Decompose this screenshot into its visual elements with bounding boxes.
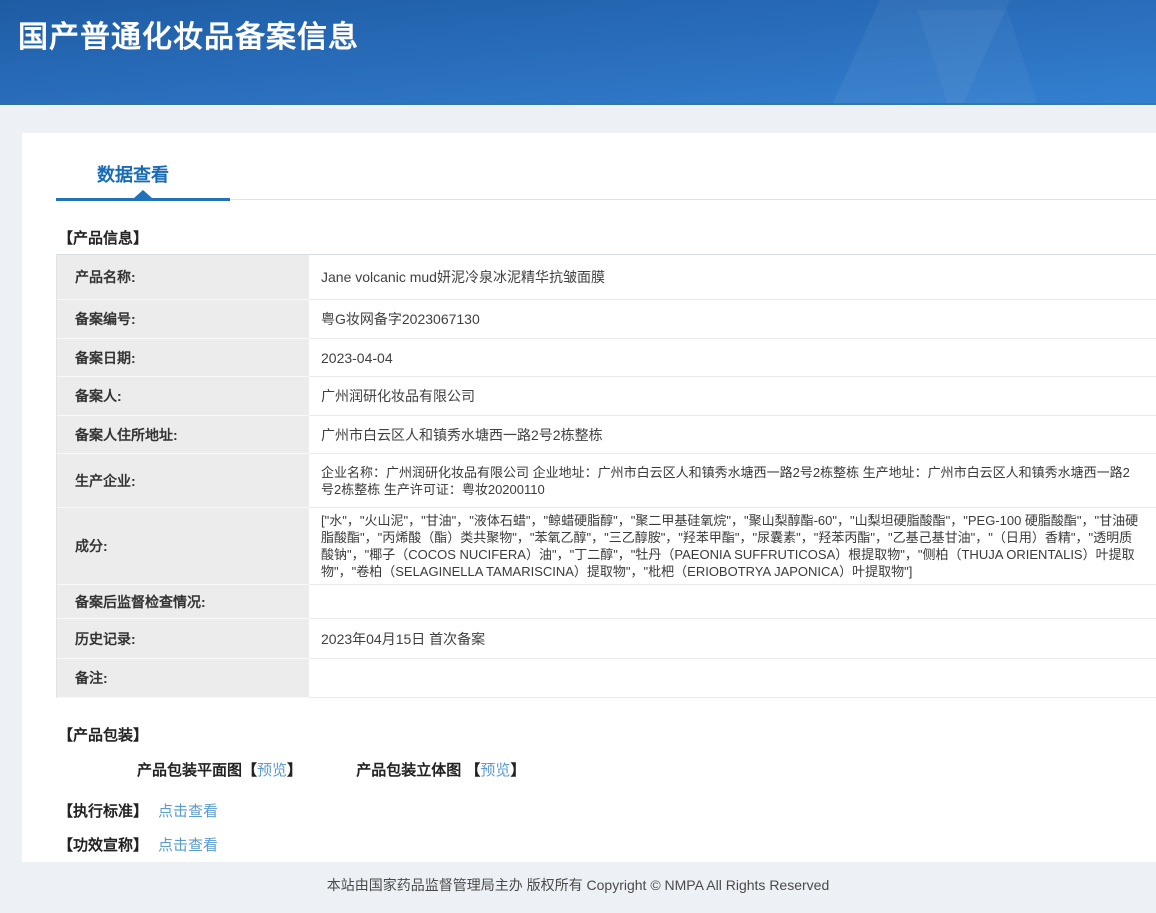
row-label: 备案日期: bbox=[57, 339, 309, 377]
row-label: 产品名称: bbox=[57, 255, 309, 300]
row-label: 备案编号: bbox=[57, 300, 309, 339]
row-label: 备注: bbox=[57, 659, 309, 698]
table-row-remarks: 备注: bbox=[57, 659, 1156, 698]
bracket-close: 】 bbox=[510, 762, 525, 779]
page-footer: 本站由国家药品监督管理局主办 版权所有 Copyright © NMPA All… bbox=[0, 862, 1156, 913]
row-label: 历史记录: bbox=[57, 619, 309, 659]
efficacy-label: 【功效宣称】 bbox=[58, 837, 148, 854]
bracket-open: 【 bbox=[242, 762, 257, 779]
tab-divider-line bbox=[230, 199, 1156, 200]
efficacy-view-link[interactable]: 点击查看 bbox=[158, 837, 218, 854]
packaging-row: 产品包装平面图【预览】 产品包装立体图 【预览】 bbox=[137, 759, 1156, 780]
table-row-registrant-address: 备案人住所地址: 广州市白云区人和镇秀水塘西一路2号2栋整栋 bbox=[57, 416, 1156, 454]
table-row-registration-number: 备案编号: 粤G妆网备字2023067130 bbox=[57, 300, 1156, 339]
tab-data-view[interactable]: 数据查看 bbox=[97, 161, 169, 187]
row-value: 2023-04-04 bbox=[309, 339, 1156, 377]
packaging-flat-item: 产品包装平面图【预览】 bbox=[137, 759, 302, 780]
standards-view-link[interactable]: 点击查看 bbox=[158, 803, 218, 820]
row-value: 广州润研化妆品有限公司 bbox=[309, 377, 1156, 416]
row-label: 备案后监督检查情况: bbox=[57, 585, 309, 619]
table-row-registration-date: 备案日期: 2023-04-04 bbox=[57, 339, 1156, 377]
packaging-flat-label: 产品包装平面图 bbox=[137, 762, 242, 779]
copyright-text: 本站由国家药品监督管理局主办 版权所有 Copyright © NMPA All… bbox=[327, 877, 829, 893]
table-row-supervision: 备案后监督检查情况: bbox=[57, 585, 1156, 619]
bracket-open: 【 bbox=[465, 762, 480, 779]
packaging-stereo-label: 产品包装立体图 bbox=[356, 762, 465, 779]
table-row-product-name: 产品名称: Jane volcanic mud妍泥冷泉冰泥精华抗皱面膜 bbox=[57, 255, 1156, 300]
row-label: 备案人: bbox=[57, 377, 309, 416]
tab-active-arrow-icon bbox=[134, 190, 152, 198]
tab-active-underline bbox=[56, 198, 230, 201]
packaging-stereo-preview-link[interactable]: 预览 bbox=[480, 762, 510, 779]
row-value: 粤G妆网备字2023067130 bbox=[309, 300, 1156, 339]
packaging-flat-preview-link[interactable]: 预览 bbox=[257, 762, 287, 779]
row-value bbox=[309, 585, 1156, 619]
row-value: Jane volcanic mud妍泥冷泉冰泥精华抗皱面膜 bbox=[309, 255, 1156, 300]
main-content: 【产品信息】 产品名称: Jane volcanic mud妍泥冷泉冰泥精华抗皱… bbox=[22, 227, 1156, 855]
row-value: 企业名称：广州润研化妆品有限公司 企业地址：广州市白云区人和镇秀水塘西一路2号2… bbox=[309, 454, 1156, 508]
efficacy-section: 【功效宣称】点击查看 bbox=[58, 834, 1156, 855]
content-card: 数据查看 【产品信息】 产品名称: Jane volcanic mud妍泥冷泉冰… bbox=[22, 133, 1156, 862]
product-info-section-title: 【产品信息】 bbox=[58, 227, 1156, 248]
product-info-table: 产品名称: Jane volcanic mud妍泥冷泉冰泥精华抗皱面膜 备案编号… bbox=[56, 254, 1156, 698]
table-row-registrant: 备案人: 广州润研化妆品有限公司 bbox=[57, 377, 1156, 416]
table-row-manufacturer: 生产企业: 企业名称：广州润研化妆品有限公司 企业地址：广州市白云区人和镇秀水塘… bbox=[57, 454, 1156, 508]
page-header: 国产普通化妆品备案信息 bbox=[0, 0, 1156, 105]
row-label: 成分: bbox=[57, 508, 309, 585]
row-value: 2023年04月15日 首次备案 bbox=[309, 619, 1156, 659]
row-label: 生产企业: bbox=[57, 454, 309, 508]
tab-bar: 数据查看 bbox=[22, 133, 1156, 201]
standards-section: 【执行标准】点击查看 bbox=[58, 800, 1156, 821]
row-value: 广州市白云区人和镇秀水塘西一路2号2栋整栋 bbox=[309, 416, 1156, 454]
row-value bbox=[309, 659, 1156, 698]
packaging-section-title: 【产品包装】 bbox=[58, 724, 1156, 745]
row-label: 备案人住所地址: bbox=[57, 416, 309, 454]
packaging-stereo-item: 产品包装立体图 【预览】 bbox=[356, 759, 525, 780]
bracket-close: 】 bbox=[287, 762, 302, 779]
table-row-ingredients: 成分: ["水"，"火山泥"，"甘油"，"液体石蜡"，"鲸蜡硬脂醇"，"聚二甲基… bbox=[57, 508, 1156, 585]
standards-label: 【执行标准】 bbox=[58, 803, 148, 820]
row-value: ["水"，"火山泥"，"甘油"，"液体石蜡"，"鲸蜡硬脂醇"，"聚二甲基硅氧烷"… bbox=[309, 508, 1156, 585]
table-row-history: 历史记录: 2023年04月15日 首次备案 bbox=[57, 619, 1156, 659]
